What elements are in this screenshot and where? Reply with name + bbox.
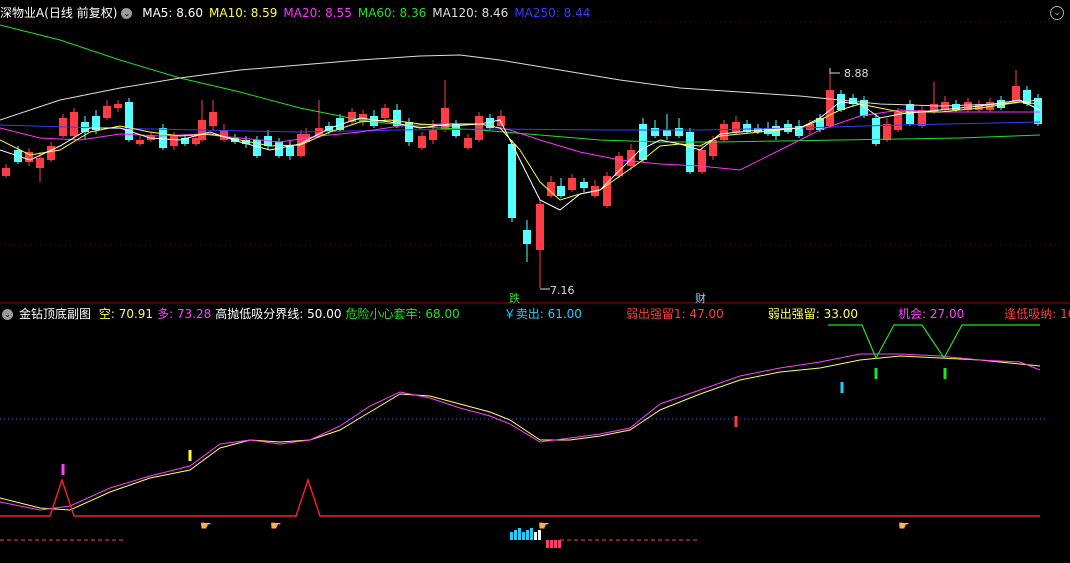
sell-bar xyxy=(534,532,537,540)
high-price-marker: 8.88 xyxy=(844,67,869,80)
high-pointer xyxy=(829,68,840,74)
candle-body xyxy=(508,144,516,218)
candle-body xyxy=(2,168,10,176)
sell-bar xyxy=(510,532,513,540)
candle-body xyxy=(36,158,44,168)
signal-marker xyxy=(840,382,844,393)
candle-body xyxy=(159,128,167,148)
signal-marker xyxy=(734,416,738,427)
signal-marker xyxy=(188,450,192,461)
sub-legend-item-4: ￥卖出: 61.00 xyxy=(503,307,582,321)
candle-body xyxy=(883,124,891,140)
main-ma-legend: MA5: 8.60 MA10: 8.59 MA20: 8.55 MA60: 8.36 M… xyxy=(142,6,596,20)
candle-body xyxy=(720,124,728,140)
duo-line xyxy=(0,353,1041,511)
ma-legend-item-5: MA250: 8.44 xyxy=(514,6,591,20)
candle-body xyxy=(1034,98,1042,124)
sell-bar xyxy=(514,530,517,540)
candle-body xyxy=(872,118,880,144)
candle-body xyxy=(381,108,389,118)
ma120-line xyxy=(0,54,1041,121)
sub-legend-item-7: 机会: 27.00 xyxy=(898,307,965,321)
candle-body xyxy=(568,178,576,190)
sub-legend-item-5: 弱出强留1: 47.00 xyxy=(625,307,724,321)
ma-legend-item-2: MA20: 8.55 xyxy=(283,6,352,20)
candle-body xyxy=(651,128,659,136)
candle-body xyxy=(47,146,55,160)
hand-pointer-icon: ☛ xyxy=(270,519,282,534)
sub-legend-item-8: 逢低吸纳: 10.00 xyxy=(1004,307,1070,321)
bottom-signal-line xyxy=(0,477,1040,517)
ma-legend-item-3: MA60: 8.36 xyxy=(357,6,427,20)
circle-chevron-icon[interactable]: ⌄ xyxy=(121,8,133,19)
sell-bar xyxy=(530,528,533,540)
candle-body xyxy=(441,108,449,130)
ma5-line xyxy=(0,99,1041,211)
signal-marker xyxy=(943,368,947,379)
candle-body xyxy=(906,104,914,124)
buy-bar xyxy=(546,540,549,548)
ma-legend-item-4: MA120: 8.46 xyxy=(432,6,509,20)
sub-panel-header: ⌄ 金钻顶底副图 空: 70.91 多: 73.28 高抛低吸分界线: 50.00 危险… xyxy=(0,305,1070,323)
candle-body xyxy=(475,116,483,140)
sub-legend-item-1: 多: 73.28 xyxy=(157,307,212,321)
candle-body xyxy=(170,136,178,146)
finance-tag[interactable]: 财 xyxy=(695,290,706,306)
sell-bar xyxy=(526,530,529,540)
candle-body xyxy=(209,112,217,126)
candle-body xyxy=(114,104,122,108)
ma-legend-item-0: MA5: 8.60 xyxy=(142,6,203,20)
hand-pointer-icon: ☛ xyxy=(200,519,212,534)
main-panel-header: 深物业A(日线 前复权) ⌄ MA5: 8.60 MA10: 8.59 MA20: 8… xyxy=(0,4,602,22)
candle-body xyxy=(286,146,294,156)
candle-body xyxy=(663,130,671,136)
main-title[interactable]: 深物业A(日线 前复权) xyxy=(0,6,117,20)
sub-legend-item-6: 弱出强留: 33.00 xyxy=(767,307,859,321)
candle-body xyxy=(675,128,683,136)
drop-tag[interactable]: 跌 xyxy=(509,290,520,306)
candle-body xyxy=(627,150,635,166)
sub-legend-item-2: 高抛低吸分界线: 50.00 xyxy=(215,307,342,321)
sell-bar xyxy=(518,528,521,540)
ma-legend-item-1: MA10: 8.59 xyxy=(209,6,278,20)
buy-bar xyxy=(554,540,557,548)
hand-pointer-icon: ☛ xyxy=(898,519,910,534)
candle-body xyxy=(523,230,531,244)
kong-line xyxy=(0,355,1041,511)
candle-body xyxy=(418,136,426,148)
candle-body xyxy=(732,122,740,132)
sub-indicator-legend: 空: 70.91 多: 73.28 高抛低吸分界线: 50.00 危险小心套牢: 68… xyxy=(99,307,1070,321)
danger-line xyxy=(828,324,1040,360)
buy-bar xyxy=(558,540,561,548)
chart-settings-icon[interactable]: ⌄ xyxy=(1050,6,1064,20)
candle-body xyxy=(70,112,78,136)
candle-body xyxy=(464,138,472,148)
hand-pointer-icon: ☛ xyxy=(538,519,550,534)
candle-body xyxy=(136,140,144,144)
candle-body xyxy=(698,150,706,172)
sub-legend-item-0: 空: 70.91 xyxy=(98,307,154,321)
candle-body xyxy=(557,186,565,196)
signal-marker xyxy=(61,464,65,475)
sub-title[interactable]: 金钻顶底副图 xyxy=(19,307,91,321)
kline-chart-canvas[interactable]: ☛ ☛ ☛ ☛ xyxy=(0,0,1070,563)
candle-body xyxy=(429,130,437,140)
candle-body xyxy=(536,204,544,250)
sell-bar xyxy=(522,532,525,540)
sub-legend-item-3: 危险小心套牢: 68.00 xyxy=(345,307,460,321)
candle-body xyxy=(103,106,111,118)
candle-body xyxy=(220,130,228,140)
signal-marker xyxy=(874,368,878,379)
candle-body xyxy=(1012,86,1020,102)
low-price-marker: 7.16 xyxy=(550,284,575,297)
buy-bar xyxy=(550,540,553,548)
candle-body xyxy=(580,182,588,188)
circle-chevron-icon[interactable]: ⌄ xyxy=(2,309,13,320)
